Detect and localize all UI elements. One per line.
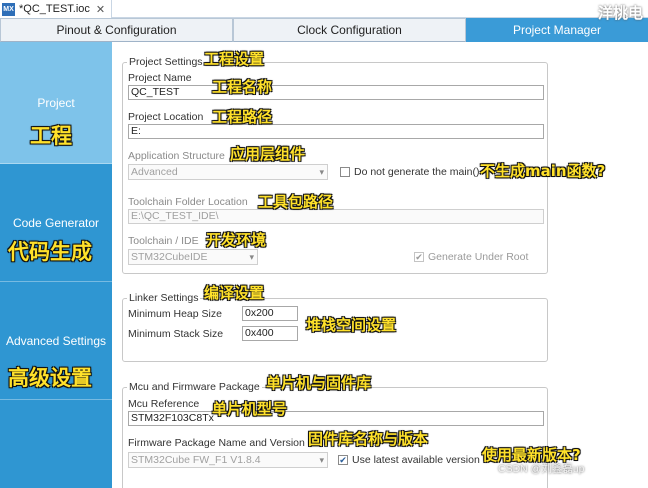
toolchain-folder-label: Toolchain Folder Location bbox=[128, 196, 248, 208]
mcu-reference-label: Mcu Reference bbox=[128, 398, 200, 410]
toolchain-folder-field[interactable]: E:\QC_TEST_IDE\ bbox=[128, 209, 544, 224]
annotation-toolchain-folder: 工具包路径 bbox=[258, 193, 334, 211]
tab-clock-configuration[interactable]: Clock Configuration bbox=[233, 18, 466, 42]
project-manager-panel: Project Settings Project Name QC_TEST Pr… bbox=[112, 42, 648, 488]
annotation-project: 工程 bbox=[30, 124, 72, 148]
file-tab[interactable]: MX *QC_TEST.ioc ✕ bbox=[0, 0, 113, 18]
no-main-checkbox[interactable]: Do not generate the main() bbox=[340, 166, 480, 178]
check-icon: ✔ bbox=[338, 454, 348, 465]
annotation-advanced-settings: 高级设置 bbox=[8, 366, 92, 390]
editor-tab-bar: MX *QC_TEST.ioc ✕ bbox=[0, 0, 648, 18]
toolchain-ide-label: Toolchain / IDE bbox=[128, 235, 199, 247]
generate-under-root-label: Generate Under Root bbox=[428, 251, 529, 263]
tab-pinout-configuration[interactable]: Pinout & Configuration bbox=[0, 18, 233, 42]
watermark-csdn: CSDN @刘鑫磊up bbox=[498, 463, 585, 475]
annotation-mcu-reference: 单片机型号 bbox=[212, 400, 288, 418]
use-latest-label: Use latest available version bbox=[352, 454, 480, 466]
mx-file-icon: MX bbox=[2, 2, 15, 16]
chevron-down-icon: ▾ bbox=[319, 455, 324, 465]
close-icon[interactable]: ✕ bbox=[96, 3, 105, 16]
annotation-project-settings: 工程设置 bbox=[204, 50, 265, 68]
mcu-reference-field[interactable]: STM32F103C8Tx bbox=[128, 411, 544, 426]
annotation-mcu-firmware: 单片机与固件库 bbox=[266, 374, 372, 392]
heap-size-field[interactable]: 0x200 bbox=[242, 306, 298, 321]
toolchain-ide-value: STM32CubeIDE bbox=[131, 251, 208, 263]
generate-under-root-checkbox[interactable]: ✔ Generate Under Root bbox=[414, 251, 528, 263]
annotation-project-location: 工程路径 bbox=[212, 108, 273, 126]
mcu-firmware-legend: Mcu and Firmware Package bbox=[127, 381, 262, 393]
no-main-label: Do not generate the main() bbox=[354, 166, 480, 178]
annotation-project-name: 工程名称 bbox=[212, 78, 273, 96]
sidebar-item-label: Project bbox=[37, 95, 75, 110]
toolchain-ide-select[interactable]: STM32CubeIDE ▾ bbox=[128, 249, 258, 265]
application-structure-label: Application Structure bbox=[128, 150, 225, 162]
chevron-down-icon: ▾ bbox=[319, 167, 324, 177]
watermark-top: 洋桃电 bbox=[598, 5, 644, 22]
stack-size-field[interactable]: 0x400 bbox=[242, 326, 298, 341]
annotation-application-structure: 应用层组件 bbox=[230, 145, 306, 163]
heap-size-label: Minimum Heap Size bbox=[128, 308, 222, 320]
sidebar-item-label: Code Generator bbox=[12, 215, 100, 230]
firmware-package-label: Firmware Package Name and Version bbox=[128, 437, 305, 449]
main-tabs: Pinout & Configuration Clock Configurati… bbox=[0, 18, 648, 42]
stack-size-label: Minimum Stack Size bbox=[128, 328, 224, 340]
chevron-down-icon: ▾ bbox=[249, 252, 254, 262]
application-structure-select[interactable]: Advanced ▾ bbox=[128, 164, 328, 180]
linker-settings-legend: Linker Settings bbox=[127, 292, 201, 304]
file-tab-name: *QC_TEST.ioc bbox=[19, 3, 90, 15]
firmware-package-value: STM32Cube FW_F1 V1.8.4 bbox=[131, 454, 261, 466]
project-settings-legend: Project Settings bbox=[127, 56, 205, 68]
project-name-label: Project Name bbox=[128, 72, 192, 84]
project-location-label: Project Location bbox=[128, 111, 204, 123]
annotation-stack-heap: 堆栈空间设置 bbox=[306, 316, 397, 334]
use-latest-checkbox[interactable]: ✔ Use latest available version bbox=[338, 454, 480, 466]
sidebar-item-label: Advanced Settings bbox=[5, 333, 107, 348]
check-icon: ✔ bbox=[414, 251, 424, 262]
annotation-no-main: 不生成main函数? bbox=[480, 162, 606, 180]
annotation-code-generator: 代码生成 bbox=[8, 240, 92, 264]
annotation-firmware-package: 固件库名称与版本 bbox=[308, 430, 429, 448]
application-structure-value: Advanced bbox=[131, 166, 178, 178]
annotation-linker-settings: 编译设置 bbox=[204, 284, 265, 302]
project-location-field[interactable]: E: bbox=[128, 124, 544, 139]
firmware-package-select[interactable]: STM32Cube FW_F1 V1.8.4 ▾ bbox=[128, 452, 328, 468]
annotation-toolchain-ide: 开发环境 bbox=[206, 231, 267, 249]
project-name-field[interactable]: QC_TEST bbox=[128, 85, 544, 100]
checkbox-box bbox=[340, 167, 350, 177]
